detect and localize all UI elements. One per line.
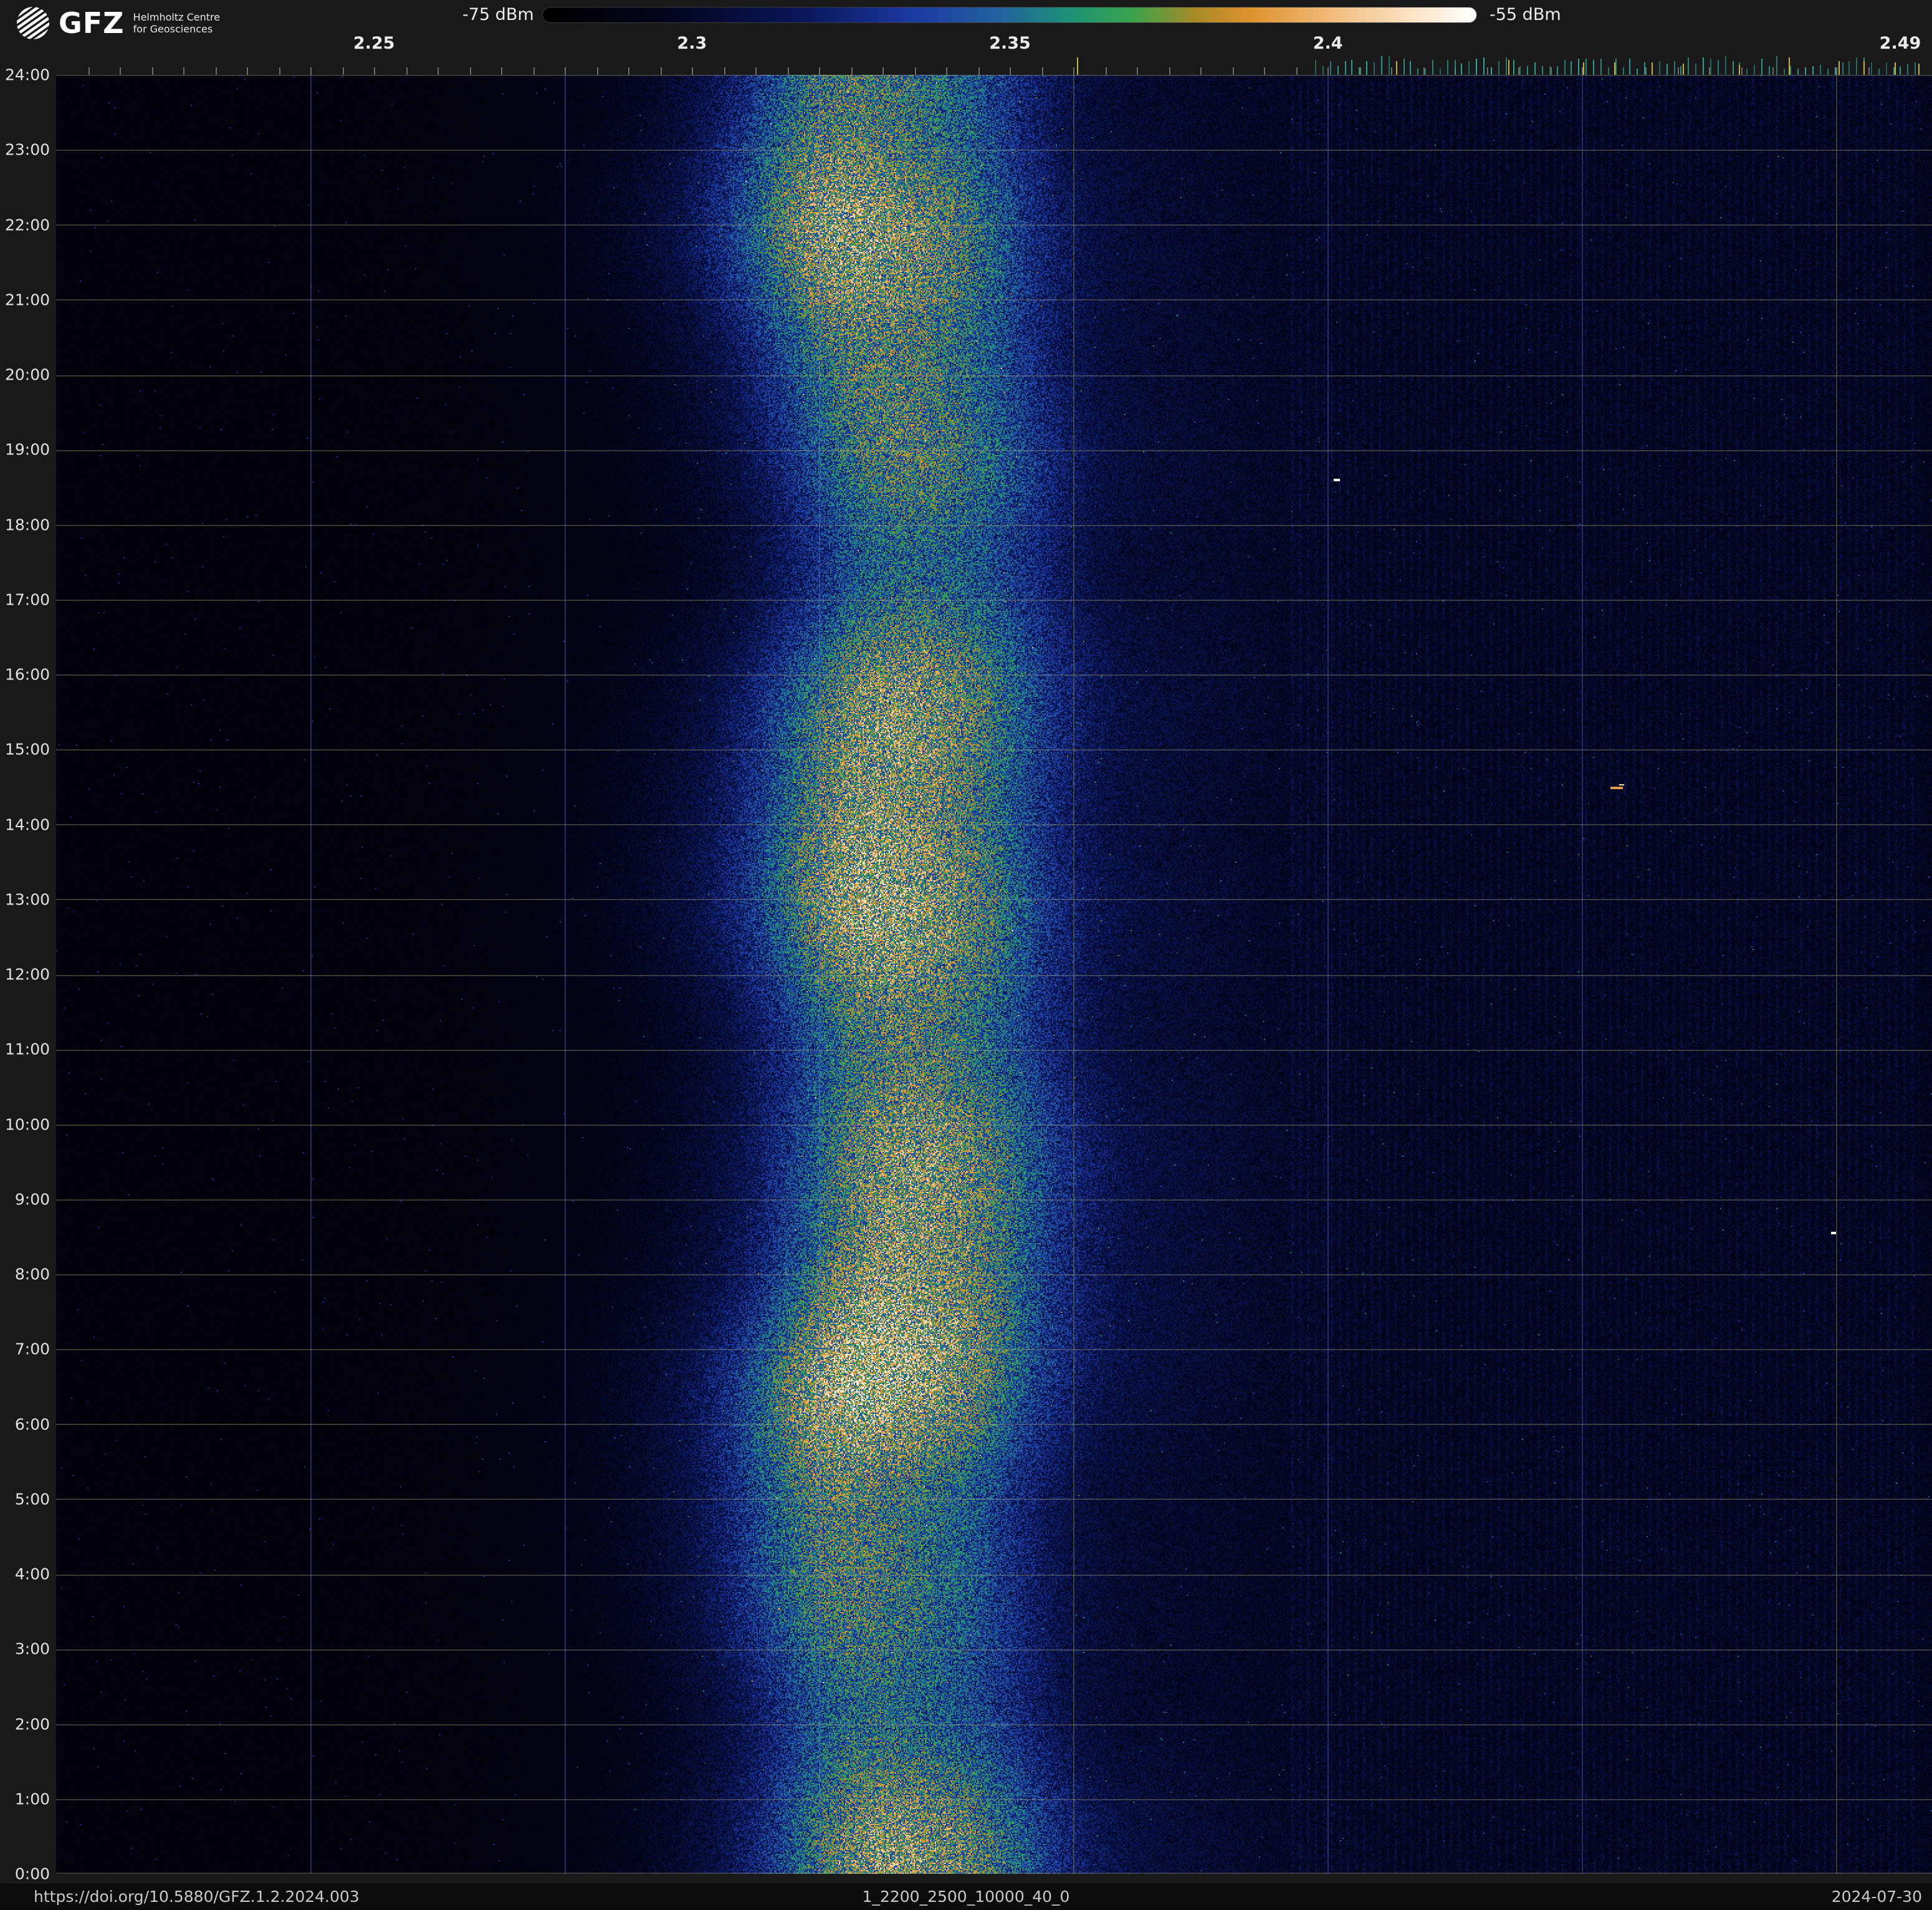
time-tick-label: 1:00 [14,1790,50,1808]
time-tick-label: 19:00 [4,440,50,459]
logo-org-line1: Helmholtz Centre [133,11,221,23]
time-tick-label: 14:00 [4,815,50,833]
time-tick-label: 17:00 [4,590,50,609]
time-tick-label: 6:00 [14,1415,50,1433]
time-tick-label: 18:00 [4,516,50,534]
time-tick-label: 11:00 [4,1040,50,1058]
colorbar-min-label: -75 dBm [462,5,534,24]
colorbar-row: -75 dBm -55 dBm [462,5,1561,24]
footer-date: 2024-07-30 [1831,1888,1922,1906]
time-tick-label: 4:00 [14,1565,50,1583]
time-tick-label: 5:00 [14,1490,50,1509]
colorbar-max-label: -55 dBm [1490,5,1561,24]
logo-org-line2: for Geosciences [133,23,213,35]
gfz-globe-icon [17,7,49,39]
time-tick-label: 21:00 [4,290,50,309]
logo-brand: GFZ [59,6,125,40]
time-tick-label: 20:00 [4,365,50,384]
colorbar-gradient [542,6,1477,23]
time-tick-label: 0:00 [14,1864,50,1883]
footer-dataset-name: 1_2200_2500_10000_40_0 [862,1888,1070,1906]
time-tick-label: 23:00 [4,140,50,159]
gfz-logo: GFZ Helmholtz Centre for Geosciences [16,6,220,40]
time-tick-label: 22:00 [4,216,50,234]
spectrogram-page: GFZ Helmholtz Centre for Geosciences -75… [0,0,1932,1910]
spectrogram-heatmap [56,75,1932,1874]
time-tick-label: 9:00 [14,1190,50,1209]
logo-org: Helmholtz Centre for Geosciences [133,11,221,35]
time-tick-label: 15:00 [4,740,50,759]
time-tick-label: 3:00 [14,1639,50,1658]
time-tick-label: 12:00 [4,965,50,984]
time-tick-label: 24:00 [4,65,50,84]
footer-bar: https://doi.org/10.5880/GFZ.1.2.2024.003… [0,1883,1932,1910]
time-tick-label: 10:00 [4,1115,50,1133]
footer-doi: https://doi.org/10.5880/GFZ.1.2.2024.003 [34,1888,360,1906]
time-tick-label: 2:00 [14,1715,50,1733]
time-tick-label: 7:00 [14,1340,50,1358]
time-tick-label: 8:00 [14,1265,50,1284]
frequency-tick-marks [56,49,1932,75]
time-tick-label: 16:00 [4,665,50,684]
time-tick-label: 13:00 [4,890,50,909]
